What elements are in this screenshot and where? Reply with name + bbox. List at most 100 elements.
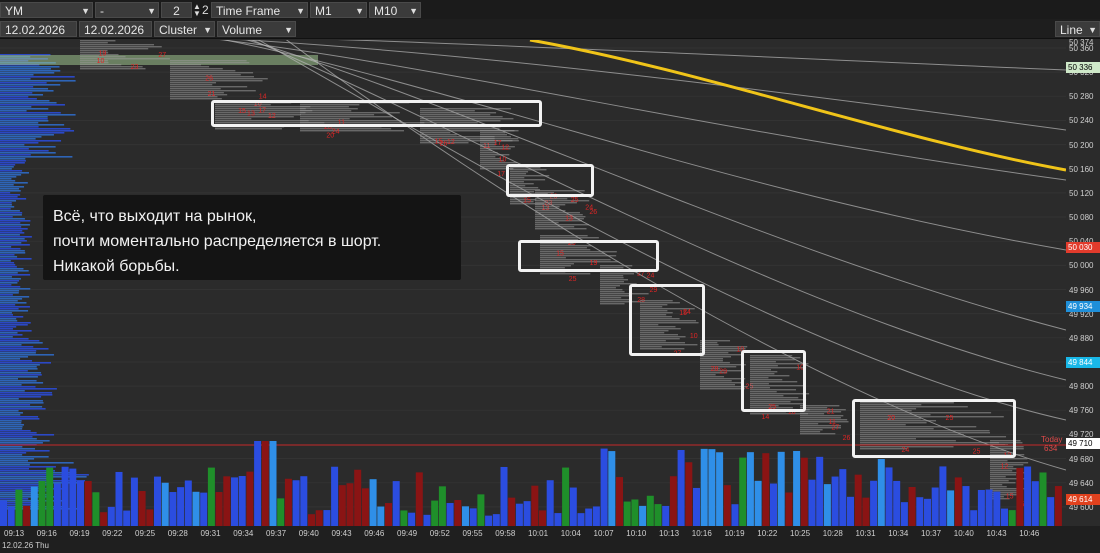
dash-select[interactable]: - ▼ — [95, 2, 159, 18]
volume-profile-bar — [0, 202, 12, 204]
volume-bar — [693, 487, 700, 526]
volume-profile-bar — [0, 178, 12, 180]
symbol-select[interactable]: YM ▼ — [0, 2, 93, 18]
cluster-volume-label: 26 — [205, 76, 213, 83]
cluster-row — [420, 128, 500, 130]
period-select-m1[interactable]: M1 ▼ — [310, 2, 367, 18]
cluster-volume-label: 29 — [719, 368, 727, 375]
volume-profile-bar — [0, 270, 29, 272]
price-tick: 50 360 — [1069, 44, 1094, 53]
volume-profile-bar — [0, 420, 22, 422]
cluster-row — [80, 58, 170, 60]
cluster-volume-label: 11 — [829, 419, 836, 426]
volume-profile-bar — [0, 166, 14, 168]
chart-type-select[interactable]: Cluster ▼ — [154, 21, 215, 37]
volume-profile-bar — [0, 84, 61, 86]
cluster-row — [480, 132, 506, 134]
volume-profile-bar — [0, 136, 42, 138]
volume-bar — [261, 441, 269, 526]
volume-profile-bar — [0, 436, 33, 438]
price-axis[interactable]: 50 374 50 36050 32050 28050 24050 20050 … — [1066, 38, 1100, 526]
number-spinner-icon[interactable]: ▲ ▼ — [193, 3, 201, 19]
cluster-mode-select[interactable]: Volume ▼ — [217, 21, 296, 37]
volume-profile-bar — [0, 142, 39, 144]
volume-profile-bar — [0, 300, 18, 302]
volume-profile-bar — [0, 124, 65, 126]
time-axis[interactable]: 12.02.26 Thu 09:13 09:16 09:19 09:22 09:25 09… — [0, 526, 1100, 553]
volume-bar — [985, 489, 993, 526]
volume-profile-bar — [0, 240, 27, 242]
volume-profile-bar — [0, 118, 48, 120]
volume-bar — [515, 503, 523, 526]
date-from-input[interactable]: 12.02.2026 — [0, 21, 77, 37]
period-m1-label: M1 — [315, 4, 332, 18]
chevron-down-icon: ▼ — [147, 6, 156, 16]
cluster-row — [800, 409, 846, 411]
volume-profile-bar — [0, 274, 31, 276]
volume-bar — [608, 451, 616, 526]
volume-profile-bar — [0, 210, 20, 212]
volume-profile-bar — [0, 408, 46, 410]
volume-bar — [585, 508, 593, 526]
cluster-row — [600, 273, 635, 275]
volume-bar — [970, 510, 978, 526]
cluster-volume-label: 26 — [440, 141, 448, 148]
cluster-row — [480, 166, 507, 168]
cluster-row — [480, 156, 496, 158]
number-input[interactable]: 2 — [161, 2, 192, 18]
volume-profile-bar — [0, 212, 23, 214]
volume-bar — [877, 459, 885, 526]
cluster-row — [80, 44, 155, 46]
highlight-box-5 — [741, 350, 806, 412]
volume-profile-bar — [0, 414, 21, 416]
volume-profile-bar — [0, 296, 30, 298]
volume-profile-bar — [0, 418, 40, 420]
volume-profile-bar — [0, 456, 49, 458]
volume-bar — [962, 486, 970, 526]
volume-profile-bar — [0, 66, 60, 68]
cluster-row — [600, 291, 625, 293]
cluster-row — [535, 200, 590, 202]
cluster-volume-label: 27 — [158, 52, 166, 59]
annotation-callout: Всё, что выходит на рынок, почти момента… — [43, 195, 461, 280]
volume-profile-bar — [0, 324, 28, 326]
cluster-row — [700, 364, 746, 366]
cluster-row — [535, 204, 566, 206]
volume-bar — [870, 480, 878, 526]
cluster-row — [990, 482, 1016, 484]
time-tick: 09:28 — [167, 529, 188, 538]
volume-profile-bar — [0, 146, 56, 148]
today-label: Today — [1041, 435, 1063, 444]
volume-profile-bar — [0, 360, 33, 362]
price-badge: 49 614 — [1066, 494, 1100, 505]
volume-bar — [323, 510, 331, 526]
date-to-input[interactable]: 12.02.2026 — [79, 21, 152, 37]
volume-profile-bar — [0, 70, 61, 72]
volume-bar — [808, 479, 816, 526]
time-tick: 10:28 — [822, 529, 843, 538]
price-badge: 49 844 — [1066, 357, 1100, 368]
volume-bar — [454, 500, 462, 526]
dash-value: - — [100, 4, 104, 18]
chart-type-value: Cluster — [159, 23, 198, 37]
cluster-row — [750, 413, 808, 415]
volume-bar — [739, 457, 747, 526]
cluster-row — [800, 421, 849, 423]
line-style-select[interactable]: Line ▼ — [1055, 21, 1100, 37]
volume-bar — [1039, 472, 1047, 526]
volume-bar — [1016, 467, 1024, 526]
volume-profile-bar — [0, 306, 30, 308]
volume-profile-bar — [0, 380, 37, 382]
time-tick: 09:34 — [233, 529, 254, 538]
timeframe-select[interactable]: Time Frame ▼ — [211, 2, 308, 18]
cluster-row — [800, 415, 844, 417]
period-select-m10[interactable]: M10 ▼ — [369, 2, 421, 18]
volume-bar — [531, 485, 539, 526]
volume-profile-bar — [0, 150, 49, 152]
volume-profile-bar — [0, 438, 37, 440]
volume-bar — [462, 506, 469, 526]
volume-bar — [646, 495, 654, 526]
cluster-volume-label: 28 — [711, 366, 719, 373]
volume-bar — [785, 492, 793, 526]
volume-profile-bar — [0, 122, 39, 124]
